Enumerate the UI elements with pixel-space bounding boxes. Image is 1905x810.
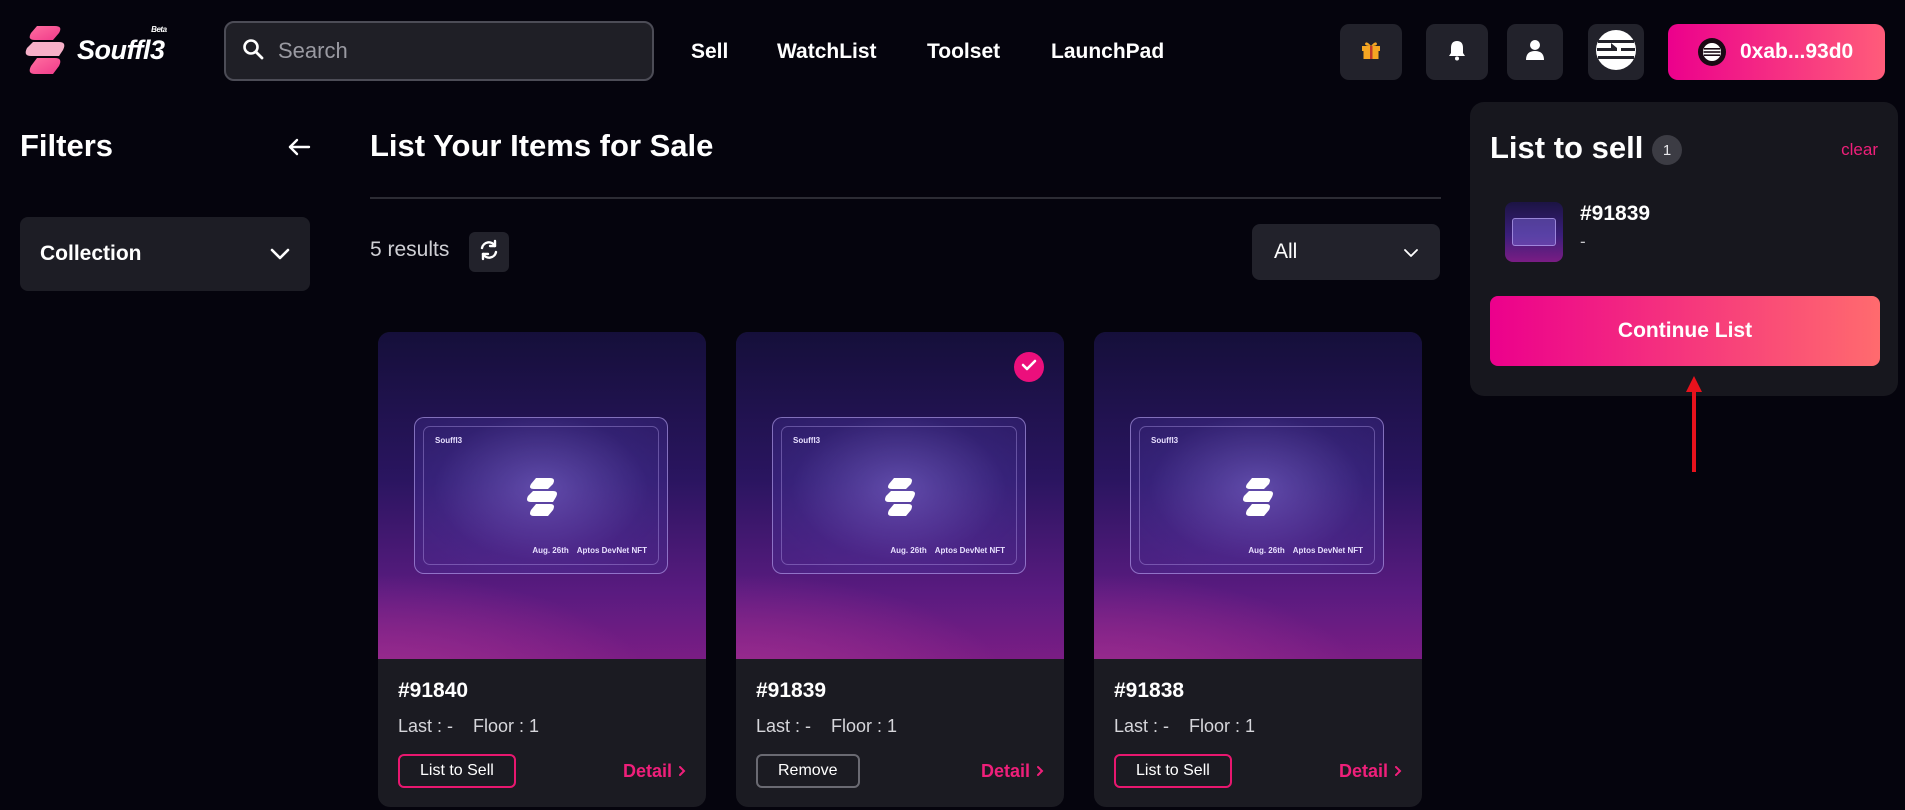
nft-card[interactable]: Souffl3 Aug. 26th Aptos DevNet NFT #91839…	[736, 332, 1064, 807]
detail-link[interactable]: Detail	[1339, 761, 1402, 782]
status-select[interactable]: All	[1252, 224, 1440, 280]
wallet-network-icon	[1698, 38, 1726, 66]
nft-name: #91840	[398, 679, 469, 702]
souffl3-mark-icon	[1241, 476, 1277, 523]
nft-meta: Last : - Floor : 1	[1114, 716, 1256, 736]
nft-image: Souffl3 Aug. 26th Aptos DevNet NFT	[736, 332, 1064, 659]
filters-title: Filters	[20, 128, 114, 163]
annotation-arrow-icon	[1686, 376, 1702, 472]
gift-button[interactable]	[1340, 24, 1402, 80]
selected-item-thumbnail	[1505, 202, 1563, 262]
user-icon	[1525, 39, 1545, 66]
selected-item-name: #91839	[1580, 202, 1651, 225]
list-to-sell-button[interactable]: List to Sell	[1114, 754, 1232, 788]
nft-art-brand: Souffl3	[1151, 436, 1179, 445]
check-icon	[1021, 358, 1037, 376]
nft-art-frame: Souffl3 Aug. 26th Aptos DevNet NFT	[772, 417, 1026, 574]
notifications-button[interactable]	[1426, 24, 1488, 80]
nft-art-frame: Souffl3 Aug. 26th Aptos DevNet NFT	[1130, 417, 1384, 574]
refresh-icon	[478, 239, 500, 266]
collection-label: Collection	[40, 242, 142, 265]
beta-badge: Beta	[151, 24, 167, 34]
nft-card[interactable]: Souffl3 Aug. 26th Aptos DevNet NFT #91838…	[1094, 332, 1422, 807]
nft-name: #91839	[756, 679, 827, 702]
refresh-button[interactable]	[469, 232, 509, 272]
gift-icon	[1360, 39, 1382, 66]
collection-filter[interactable]: Collection	[20, 217, 310, 291]
page-title: List Your Items for Sale	[370, 128, 714, 163]
clear-button[interactable]: clear	[1841, 140, 1878, 160]
selected-check[interactable]	[1014, 352, 1044, 382]
search-bar[interactable]	[224, 21, 654, 81]
wallet-button[interactable]: 0xab...93d0	[1668, 24, 1885, 80]
chevron-right-icon	[1394, 761, 1402, 782]
network-button[interactable]	[1588, 24, 1644, 80]
nav-watchlist[interactable]: WatchList	[777, 0, 877, 103]
profile-button[interactable]	[1507, 24, 1563, 80]
status-select-value: All	[1274, 240, 1298, 263]
list-to-sell-button[interactable]: List to Sell	[398, 754, 516, 788]
nft-name: #91838	[1114, 679, 1185, 702]
aptos-icon	[1595, 29, 1637, 76]
nft-image: Souffl3 Aug. 26th Aptos DevNet NFT	[378, 332, 706, 659]
logo[interactable]: Souffl3 Beta	[23, 22, 167, 78]
nft-image: Souffl3 Aug. 26th Aptos DevNet NFT	[1094, 332, 1422, 659]
logo-icon	[23, 22, 69, 78]
collapse-filters-button[interactable]	[283, 135, 315, 163]
nft-art-brand: Souffl3	[435, 436, 463, 445]
divider	[370, 197, 1441, 199]
nft-art-footer: Aug. 26th Aptos DevNet NFT	[890, 546, 1005, 555]
nav-launchpad[interactable]: LaunchPad	[1051, 0, 1164, 103]
selected-count-badge: 1	[1652, 135, 1682, 165]
results-count: 5 results	[370, 238, 450, 261]
top-header: Souffl3 Beta Sell WatchList Toolset Laun…	[0, 0, 1905, 103]
remove-button[interactable]: Remove	[756, 754, 860, 788]
logo-text: Souffl3 Beta	[77, 24, 167, 65]
detail-link[interactable]: Detail	[981, 761, 1044, 782]
chevron-right-icon	[678, 761, 686, 782]
detail-link[interactable]: Detail	[623, 761, 686, 782]
chevron-down-icon	[270, 242, 290, 266]
continue-list-button[interactable]: Continue List	[1490, 296, 1880, 366]
selected-item-price: -	[1580, 232, 1586, 251]
bell-icon	[1447, 39, 1467, 66]
souffl3-mark-icon	[525, 476, 561, 523]
chevron-right-icon	[1036, 761, 1044, 782]
nft-meta: Last : - Floor : 1	[398, 716, 540, 736]
list-to-sell-panel: List to sell 1 clear #91839 - Continue L…	[1470, 102, 1898, 396]
search-input[interactable]	[278, 38, 638, 64]
nft-card[interactable]: Souffl3 Aug. 26th Aptos DevNet NFT #91840…	[378, 332, 706, 807]
nft-art-footer: Aug. 26th Aptos DevNet NFT	[1248, 546, 1363, 555]
search-icon	[242, 38, 264, 65]
nft-art-frame: Souffl3 Aug. 26th Aptos DevNet NFT	[414, 417, 668, 574]
wallet-address: 0xab...93d0	[1740, 40, 1854, 63]
nft-meta: Last : - Floor : 1	[756, 716, 898, 736]
nft-art-brand: Souffl3	[793, 436, 821, 445]
souffl3-mark-icon	[883, 476, 919, 523]
nft-art-footer: Aug. 26th Aptos DevNet NFT	[532, 546, 647, 555]
panel-title: List to sell	[1490, 130, 1644, 165]
nav-sell[interactable]: Sell	[691, 0, 728, 103]
nav-toolset[interactable]: Toolset	[927, 0, 1000, 103]
arrow-left-icon	[287, 137, 311, 162]
chevron-down-icon	[1404, 240, 1418, 264]
